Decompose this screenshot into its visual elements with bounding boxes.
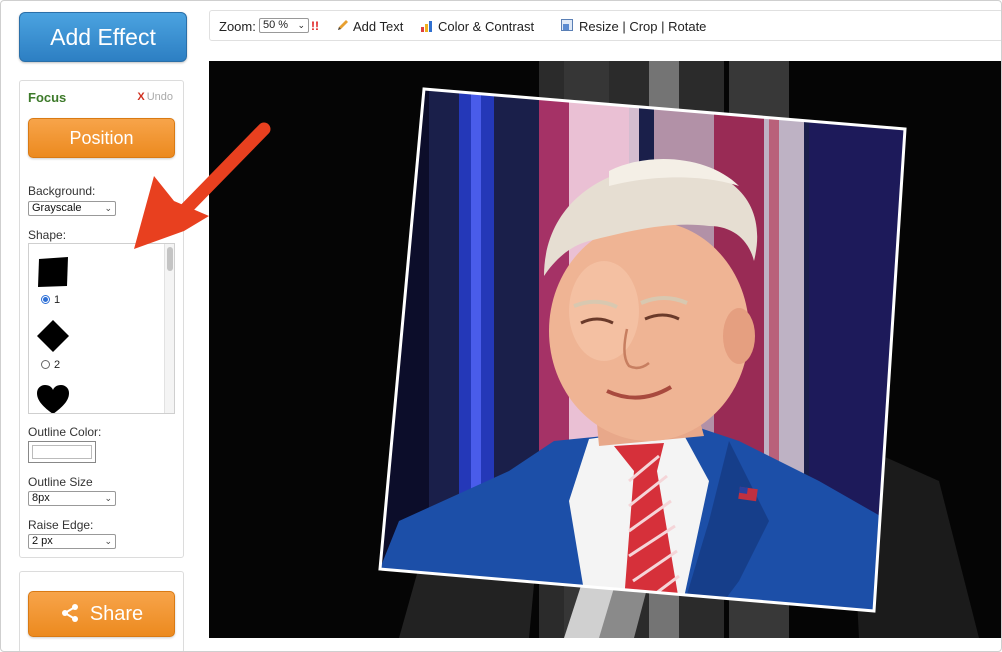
- red-arrow-annotation: [134, 122, 271, 249]
- raise-edge-value: 2 px: [32, 535, 53, 547]
- shape-radio-1[interactable]: [41, 295, 50, 304]
- background-select[interactable]: Grayscale ⌄: [28, 201, 116, 216]
- resize-crop-rotate-button[interactable]: Resize | Crop | Rotate: [561, 19, 706, 34]
- undo-button[interactable]: X Undo: [137, 91, 173, 103]
- pencil-icon: [338, 20, 348, 30]
- shape-radio-2[interactable]: [41, 360, 50, 369]
- outline-size-select[interactable]: 8px ⌄: [28, 491, 116, 506]
- diamond-shape-icon: [37, 320, 69, 352]
- outline-size-label: Outline Size: [28, 475, 93, 489]
- undo-label: Undo: [146, 91, 173, 103]
- shape-number: 1: [54, 294, 61, 306]
- shape-option-diamond[interactable]: 2: [29, 310, 159, 372]
- add-text-button[interactable]: Add Text: [336, 19, 403, 34]
- chevron-down-icon: ⌄: [104, 536, 112, 546]
- share-icon: [61, 603, 78, 622]
- outline-color-picker[interactable]: [28, 441, 96, 463]
- background-label: Background:: [28, 184, 96, 198]
- square-shape-icon: [38, 257, 68, 287]
- image-canvas[interactable]: [209, 61, 1002, 638]
- chevron-down-icon: ⌄: [297, 20, 305, 30]
- resize-icon: [561, 19, 573, 31]
- app-frame: Add Effect Focus X Undo Position Backgrou…: [0, 0, 1002, 652]
- shape-list[interactable]: 1 2 3: [28, 243, 175, 414]
- effect-title: Focus: [28, 90, 67, 105]
- shape-label: Shape:: [28, 228, 67, 242]
- color-contrast-label: Color & Contrast: [438, 19, 535, 34]
- add-text-label: Add Text: [353, 19, 404, 34]
- chevron-down-icon: ⌄: [104, 493, 112, 503]
- zoom-label: Zoom:: [219, 19, 256, 34]
- close-icon: X: [137, 91, 145, 103]
- heart-shape-icon: [37, 385, 69, 413]
- color-bars-icon: [421, 21, 432, 32]
- resize-crop-rotate-label: Resize | Crop | Rotate: [579, 19, 707, 34]
- add-effect-button[interactable]: Add Effect: [19, 12, 187, 62]
- top-toolbar: Zoom: 50 % ⌄ !! Add Text Color & Contras…: [209, 10, 1001, 41]
- share-panel: Share: [19, 571, 184, 651]
- chevron-down-icon: ⌄: [104, 203, 112, 213]
- background-select-value: Grayscale: [32, 202, 82, 214]
- raise-edge-label: Raise Edge:: [28, 518, 94, 532]
- zoom-select[interactable]: 50 % ⌄: [259, 18, 309, 33]
- outline-color-label: Outline Color:: [28, 425, 102, 439]
- edited-photo[interactable]: [209, 61, 1002, 638]
- zoom-warning: !!: [311, 19, 319, 33]
- shape-option-heart[interactable]: 3: [29, 376, 159, 413]
- share-button[interactable]: Share: [28, 591, 175, 637]
- shape-number: 2: [54, 359, 61, 371]
- color-contrast-button[interactable]: Color & Contrast: [421, 19, 534, 34]
- raise-edge-select[interactable]: 2 px ⌄: [28, 534, 116, 549]
- share-label: Share: [89, 603, 144, 625]
- outline-color-preview: [32, 445, 92, 459]
- outline-size-value: 8px: [32, 492, 50, 504]
- zoom-value: 50 %: [263, 19, 289, 31]
- shape-list-scrollbar[interactable]: [164, 244, 174, 413]
